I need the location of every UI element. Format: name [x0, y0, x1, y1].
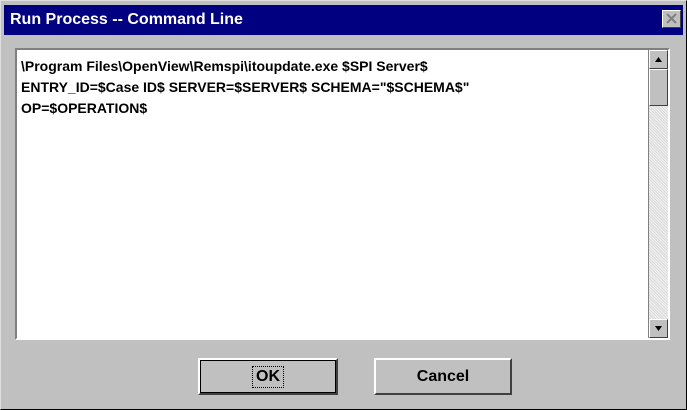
run-process-dialog: Run Process -- Command Line \Program Fil…: [0, 0, 687, 410]
scroll-thumb[interactable]: [649, 69, 668, 106]
ok-button[interactable]: OK: [198, 358, 338, 395]
arrow-up-icon: [655, 57, 662, 62]
arrow-down-icon: [655, 326, 662, 331]
ok-button-label: OK: [252, 365, 284, 388]
scroll-up-button[interactable]: [649, 50, 668, 69]
title-bar[interactable]: Run Process -- Command Line: [4, 5, 683, 35]
window-title: Run Process -- Command Line: [10, 11, 243, 28]
vertical-scrollbar[interactable]: [648, 50, 668, 338]
command-line-field[interactable]: \Program Files\OpenView\Remspi\itoupdate…: [15, 48, 670, 340]
command-line-text[interactable]: \Program Files\OpenView\Remspi\itoupdate…: [17, 50, 648, 338]
scroll-down-button[interactable]: [649, 319, 668, 338]
cancel-button[interactable]: Cancel: [374, 358, 512, 395]
close-icon: [666, 13, 677, 24]
close-button[interactable]: [662, 10, 681, 28]
